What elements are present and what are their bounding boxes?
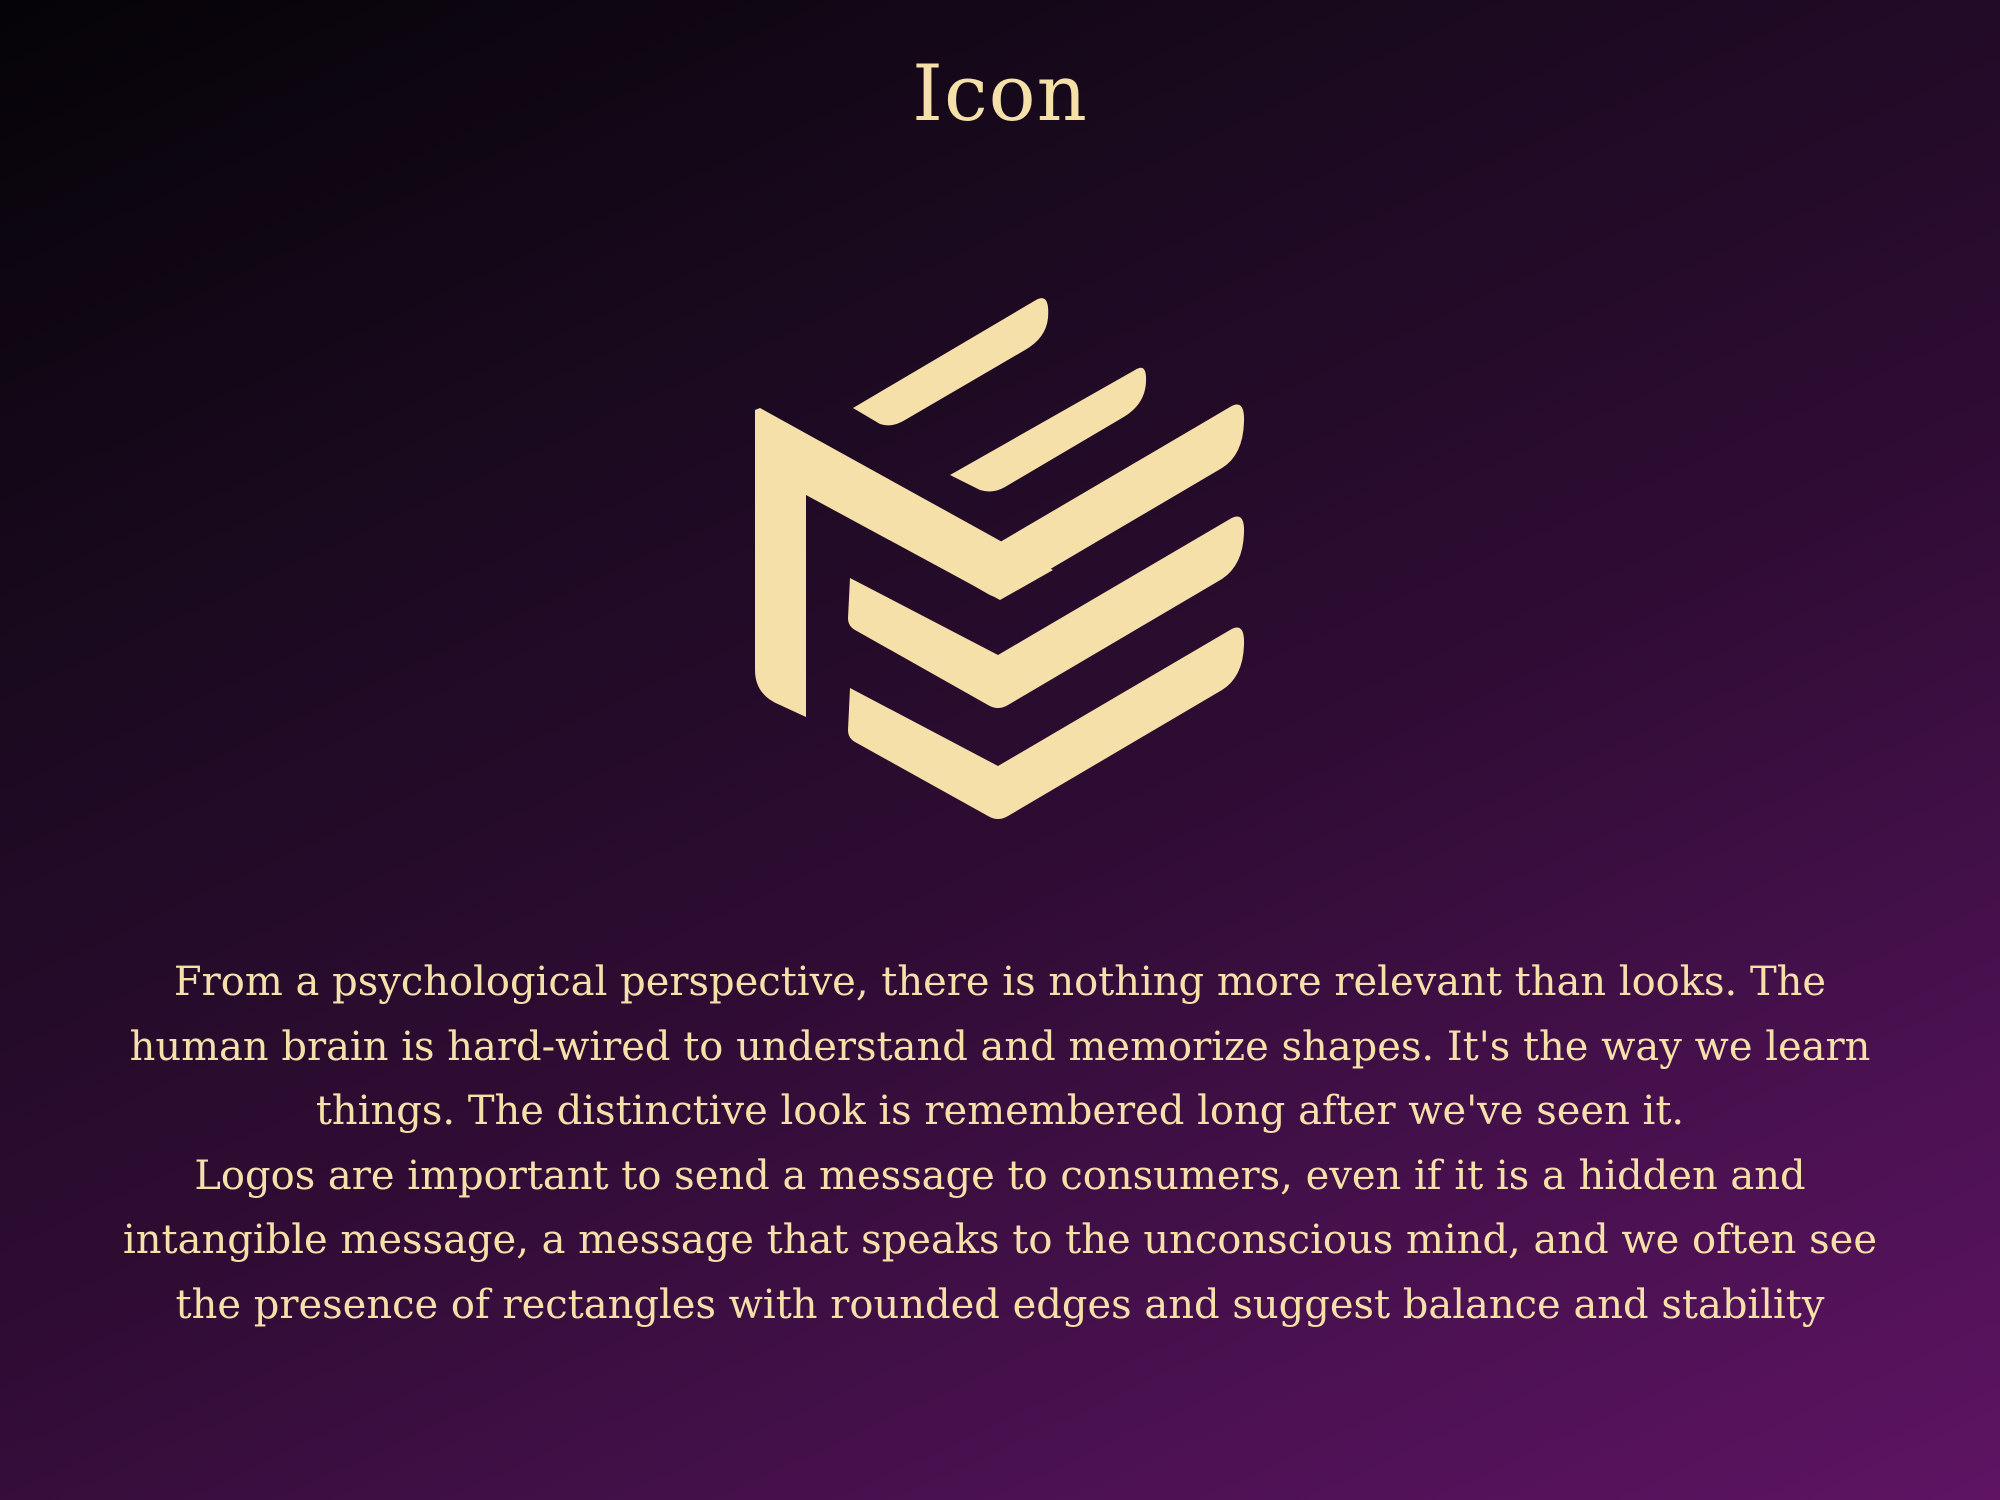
brand-logo-icon — [740, 290, 1260, 840]
page-title: Icon — [912, 49, 1088, 139]
description-paragraph-1: From a psychological perspective, there … — [129, 959, 1871, 1134]
description-text: From a psychological perspective, there … — [120, 950, 1880, 1337]
logo-stripe-top-1 — [853, 298, 1049, 426]
description-paragraph-2: Logos are important to send a message to… — [122, 1152, 1878, 1328]
logo-stripe-top-2 — [950, 367, 1147, 492]
logo-svg — [755, 298, 1245, 819]
